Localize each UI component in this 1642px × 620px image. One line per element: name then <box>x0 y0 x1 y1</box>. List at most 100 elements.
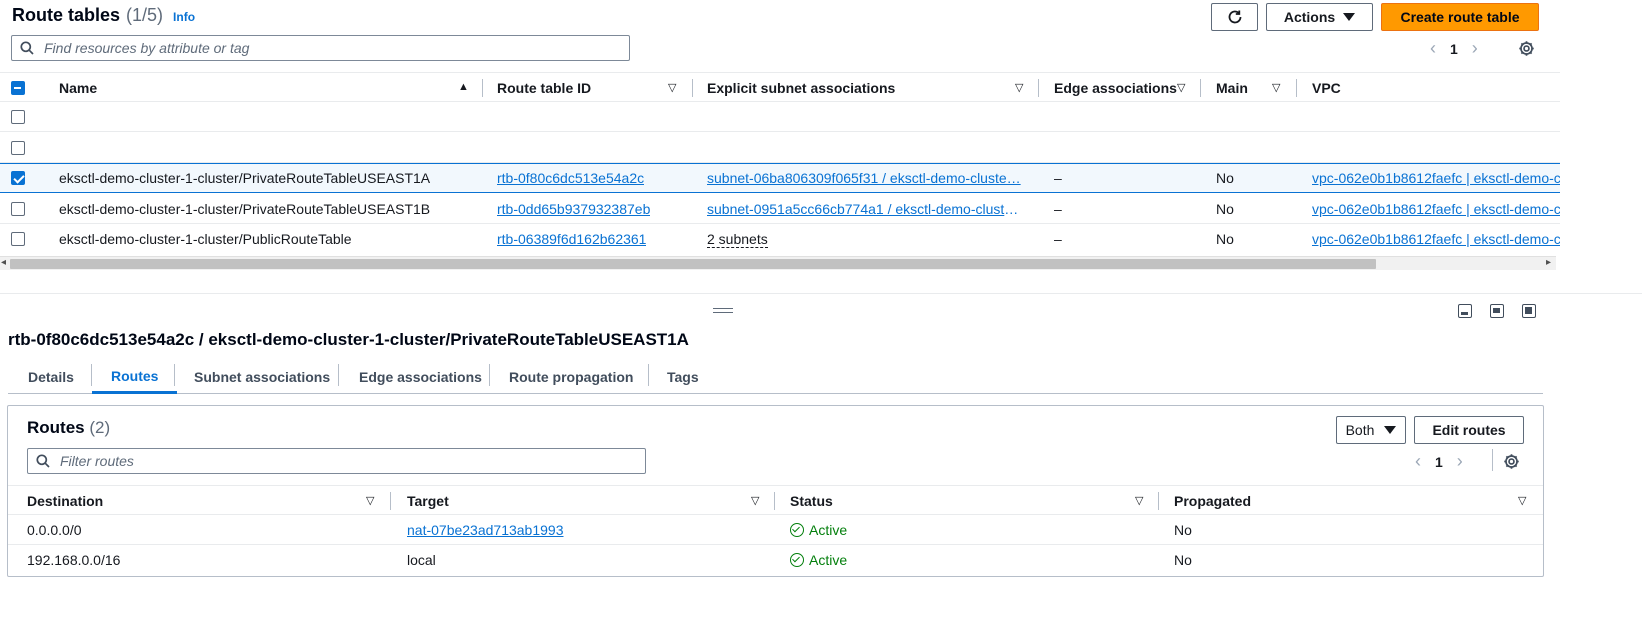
edge-assoc-value: – <box>1054 231 1062 247</box>
subnet-link[interactable]: subnet-06ba806309f065f31 / eksctl-demo-c… <box>707 170 1021 186</box>
resource-search[interactable] <box>11 35 630 61</box>
tab-route-propagation[interactable]: Route propagation <box>509 360 633 394</box>
row-checkbox[interactable] <box>11 141 25 155</box>
routes-title: Routes (2) <box>27 418 110 438</box>
route-filter-value: Both <box>1345 422 1375 438</box>
sort-icon[interactable]: ▽ <box>1135 494 1143 507</box>
row-checkbox[interactable] <box>11 171 25 185</box>
tab-details[interactable]: Details <box>28 360 74 394</box>
route-table-name: eksctl-demo-cluster-1-cluster/PrivateRou… <box>59 170 431 186</box>
horizontal-scrollbar[interactable]: ◂ ▸ <box>0 256 1556 270</box>
table-row[interactable] <box>0 133 1560 163</box>
col-target[interactable]: Target <box>407 486 449 516</box>
scrollbar-thumb[interactable] <box>10 259 1376 269</box>
route-target-link[interactable]: nat-07be23ad713ab1993 <box>407 522 564 538</box>
col-subnet-assoc[interactable]: Explicit subnet associations <box>707 73 895 103</box>
create-route-table-button[interactable]: Create route table <box>1381 3 1539 31</box>
select-all-checkbox[interactable] <box>11 81 25 95</box>
split-divider <box>0 293 1642 294</box>
row-checkbox[interactable] <box>11 110 25 124</box>
col-name[interactable]: Name <box>59 73 97 103</box>
vpc-link[interactable]: vpc-062e0b1b8612faefc | eksctl-demo-c <box>1312 170 1560 186</box>
edit-routes-button[interactable]: Edit routes <box>1414 416 1524 444</box>
sort-icon[interactable]: ▽ <box>1015 81 1023 94</box>
tab-edge-associations[interactable]: Edge associations <box>359 360 482 394</box>
panel-bottom-icon[interactable] <box>1458 304 1472 318</box>
page-number[interactable]: 1 <box>1450 41 1458 57</box>
table-row[interactable] <box>0 102 1560 132</box>
sort-icon[interactable]: ▽ <box>366 494 374 507</box>
drag-handle-icon[interactable] <box>713 308 733 313</box>
status-success-icon <box>790 553 804 567</box>
table-row: 192.168.0.0/16 local Active No <box>8 545 1543 575</box>
refresh-icon <box>1228 10 1241 24</box>
sort-icon[interactable]: ▽ <box>1177 81 1185 94</box>
sort-icon[interactable]: ▽ <box>668 81 676 94</box>
routes-search-input[interactable] <box>58 452 607 470</box>
route-filter-select[interactable]: Both <box>1336 416 1406 444</box>
scroll-right-icon[interactable]: ▸ <box>1546 257 1551 268</box>
tab-routes[interactable]: Routes <box>92 360 178 394</box>
subnets-count-popover[interactable]: 2 subnets <box>707 231 768 248</box>
search-icon <box>36 454 50 468</box>
route-target: local <box>407 552 436 568</box>
prev-page-icon[interactable]: ‹ <box>1415 451 1421 472</box>
routes-page-number[interactable]: 1 <box>1435 454 1443 470</box>
caret-down-icon <box>1343 13 1356 21</box>
detail-title: rtb-0f80c6dc513e54a2c / eksctl-demo-clus… <box>8 330 689 349</box>
page-title: Route tables <box>12 5 121 25</box>
vpc-link[interactable]: vpc-062e0b1b8612faefc | eksctl-demo-c <box>1312 231 1560 247</box>
search-input[interactable] <box>42 39 591 57</box>
refresh-button[interactable] <box>1211 3 1258 31</box>
selection-count: (1/5) <box>126 5 164 25</box>
row-checkbox[interactable] <box>11 202 25 216</box>
main-value: No <box>1216 170 1234 186</box>
sort-asc-icon[interactable]: ▲ <box>458 81 469 93</box>
settings-gear-icon[interactable] <box>1518 40 1535 57</box>
next-page-icon[interactable]: › <box>1457 451 1463 472</box>
prev-page-icon[interactable]: ‹ <box>1430 38 1436 59</box>
route-status: Active <box>790 515 847 545</box>
tab-tags[interactable]: Tags <box>667 360 699 394</box>
col-vpc[interactable]: VPC <box>1312 73 1341 103</box>
table-row[interactable]: eksctl-demo-cluster-1-cluster/PublicRout… <box>0 224 1560 254</box>
info-link[interactable]: Info <box>173 10 195 24</box>
actions-button[interactable]: Actions <box>1266 3 1373 31</box>
route-propagated: No <box>1174 552 1192 568</box>
routes-count: (2) <box>89 418 111 437</box>
row-checkbox[interactable] <box>11 232 25 246</box>
search-icon <box>20 41 34 55</box>
route-table-name: eksctl-demo-cluster-1-cluster/PrivateRou… <box>59 201 431 217</box>
routes-heading: Routes <box>27 418 85 437</box>
edge-assoc-value: – <box>1054 201 1062 217</box>
col-main[interactable]: Main <box>1216 73 1248 103</box>
sort-icon[interactable]: ▽ <box>1518 494 1526 507</box>
route-table-id-link[interactable]: rtb-06389f6d162b62361 <box>497 231 646 247</box>
route-table-id-link[interactable]: rtb-0dd65b937932387eb <box>497 201 650 217</box>
col-destination[interactable]: Destination <box>27 486 103 516</box>
table-header: Name ▲ Route table ID ▽ Explicit subnet … <box>0 72 1560 102</box>
sort-icon[interactable]: ▽ <box>751 494 759 507</box>
route-destination: 0.0.0.0/0 <box>27 522 82 538</box>
vpc-link[interactable]: vpc-062e0b1b8612faefc | eksctl-demo-c <box>1312 201 1560 217</box>
col-route-table-id[interactable]: Route table ID <box>497 73 591 103</box>
main-value: No <box>1216 201 1234 217</box>
detail-tabs: Details Routes Subnet associations Edge … <box>8 360 1543 394</box>
route-table-id-link[interactable]: rtb-0f80c6dc513e54a2c <box>497 170 644 186</box>
panel-side-icon[interactable] <box>1490 304 1504 318</box>
subnet-link[interactable]: subnet-0951a5cc66cb774a1 / eksctl-demo-c… <box>707 201 1025 217</box>
scroll-left-icon[interactable]: ◂ <box>1 257 6 268</box>
route-destination: 192.168.0.0/16 <box>27 552 121 568</box>
next-page-icon[interactable]: › <box>1472 38 1478 59</box>
col-propagated[interactable]: Propagated <box>1174 486 1251 516</box>
col-status[interactable]: Status <box>790 486 833 516</box>
table-row[interactable]: eksctl-demo-cluster-1-cluster/PrivateRou… <box>0 163 1560 193</box>
panel-full-icon[interactable] <box>1522 304 1536 318</box>
routes-settings-gear-icon[interactable] <box>1503 453 1520 470</box>
col-edge-assoc[interactable]: Edge associations <box>1054 73 1177 103</box>
routes-search[interactable] <box>27 448 646 474</box>
sort-icon[interactable]: ▽ <box>1272 81 1280 94</box>
table-row: 0.0.0.0/0 nat-07be23ad713ab1993 Active N… <box>8 515 1543 545</box>
tab-subnet-associations[interactable]: Subnet associations <box>194 360 330 394</box>
table-row[interactable]: eksctl-demo-cluster-1-cluster/PrivateRou… <box>0 194 1560 224</box>
